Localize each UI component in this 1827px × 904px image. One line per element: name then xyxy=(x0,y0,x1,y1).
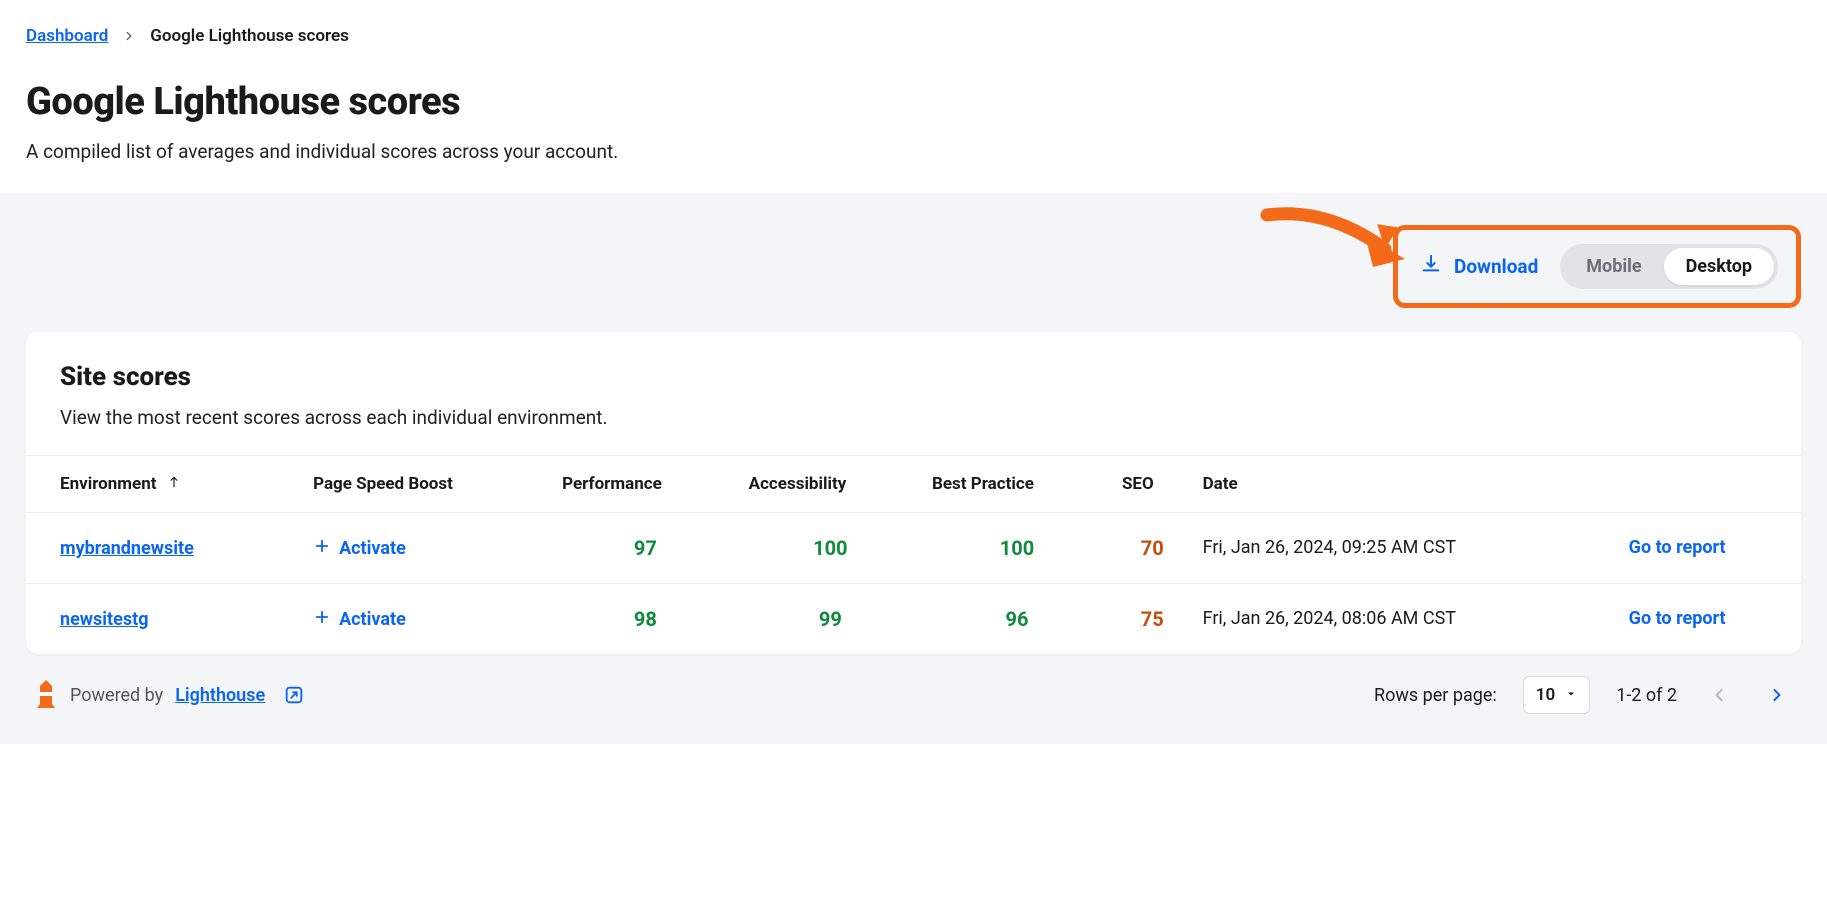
lighthouse-icon xyxy=(34,678,58,713)
download-label: Download xyxy=(1454,255,1538,278)
plus-icon xyxy=(313,608,331,631)
accessibility-score: 100 xyxy=(813,536,847,560)
breadcrumb-current: Google Lighthouse scores xyxy=(150,26,349,46)
col-performance[interactable]: Performance xyxy=(552,456,739,513)
page-subtitle: A compiled list of averages and individu… xyxy=(26,140,1801,163)
date-cell: Fri, Jan 26, 2024, 09:25 AM CST xyxy=(1193,513,1619,584)
go-to-report-link[interactable]: Go to report xyxy=(1629,608,1726,629)
table-row: mybrandnewsite Activate 97 100 100 70 Fr… xyxy=(26,513,1801,584)
accessibility-score: 99 xyxy=(819,607,842,631)
card-title: Site scores xyxy=(60,362,1767,392)
page-next-button[interactable] xyxy=(1761,679,1793,711)
breadcrumb: Dashboard Google Lighthouse scores xyxy=(26,26,1801,46)
caret-down-icon xyxy=(1565,685,1577,705)
activate-button[interactable]: Activate xyxy=(313,537,406,560)
page-prev-button[interactable] xyxy=(1703,679,1735,711)
view-toggle-desktop[interactable]: Desktop xyxy=(1664,248,1774,285)
rows-per-page-label: Rows per page: xyxy=(1374,685,1497,706)
date-cell: Fri, Jan 26, 2024, 08:06 AM CST xyxy=(1193,584,1619,655)
col-date[interactable]: Date xyxy=(1193,456,1619,513)
activate-button[interactable]: Activate xyxy=(313,608,406,631)
view-toggle-mobile[interactable]: Mobile xyxy=(1564,248,1663,285)
best-practice-score: 100 xyxy=(1000,536,1034,560)
download-icon xyxy=(1420,253,1442,280)
external-link-icon xyxy=(283,684,305,706)
pagination: Rows per page: 10 1-2 of 2 xyxy=(1374,676,1793,714)
rows-per-page-select[interactable]: 10 xyxy=(1523,676,1590,714)
go-to-report-link[interactable]: Go to report xyxy=(1629,537,1726,558)
chevron-right-icon xyxy=(122,29,136,43)
view-toggle: Mobile Desktop xyxy=(1560,244,1778,289)
toolbar-highlight-box: Download Mobile Desktop xyxy=(1393,225,1801,308)
scores-table: Environment Page Speed Boost Performance… xyxy=(26,455,1801,654)
breadcrumb-dashboard-link[interactable]: Dashboard xyxy=(26,26,108,46)
page-range: 1-2 of 2 xyxy=(1616,685,1677,706)
sort-asc-icon xyxy=(167,474,181,494)
performance-score: 98 xyxy=(634,607,657,631)
best-practice-score: 96 xyxy=(1006,607,1029,631)
seo-score: 70 xyxy=(1141,536,1164,560)
site-scores-card: Site scores View the most recent scores … xyxy=(26,332,1801,654)
plus-icon xyxy=(313,537,331,560)
col-seo[interactable]: SEO xyxy=(1112,456,1193,513)
col-accessibility[interactable]: Accessibility xyxy=(739,456,922,513)
page-title: Google Lighthouse scores xyxy=(26,80,1801,124)
col-actions xyxy=(1619,456,1801,513)
seo-score: 75 xyxy=(1141,607,1164,631)
performance-score: 97 xyxy=(634,536,657,560)
powered-by: Powered by Lighthouse xyxy=(34,678,305,713)
environment-link[interactable]: mybrandnewsite xyxy=(60,538,194,559)
download-button[interactable]: Download xyxy=(1420,253,1538,280)
lighthouse-link[interactable]: Lighthouse xyxy=(175,685,265,706)
col-best-practice[interactable]: Best Practice xyxy=(922,456,1112,513)
col-environment[interactable]: Environment xyxy=(26,456,303,513)
col-page-speed-boost[interactable]: Page Speed Boost xyxy=(303,456,552,513)
table-row: newsitestg Activate 98 99 96 75 Fri, Jan… xyxy=(26,584,1801,655)
environment-link[interactable]: newsitestg xyxy=(60,609,148,630)
card-subtitle: View the most recent scores across each … xyxy=(60,406,1767,429)
